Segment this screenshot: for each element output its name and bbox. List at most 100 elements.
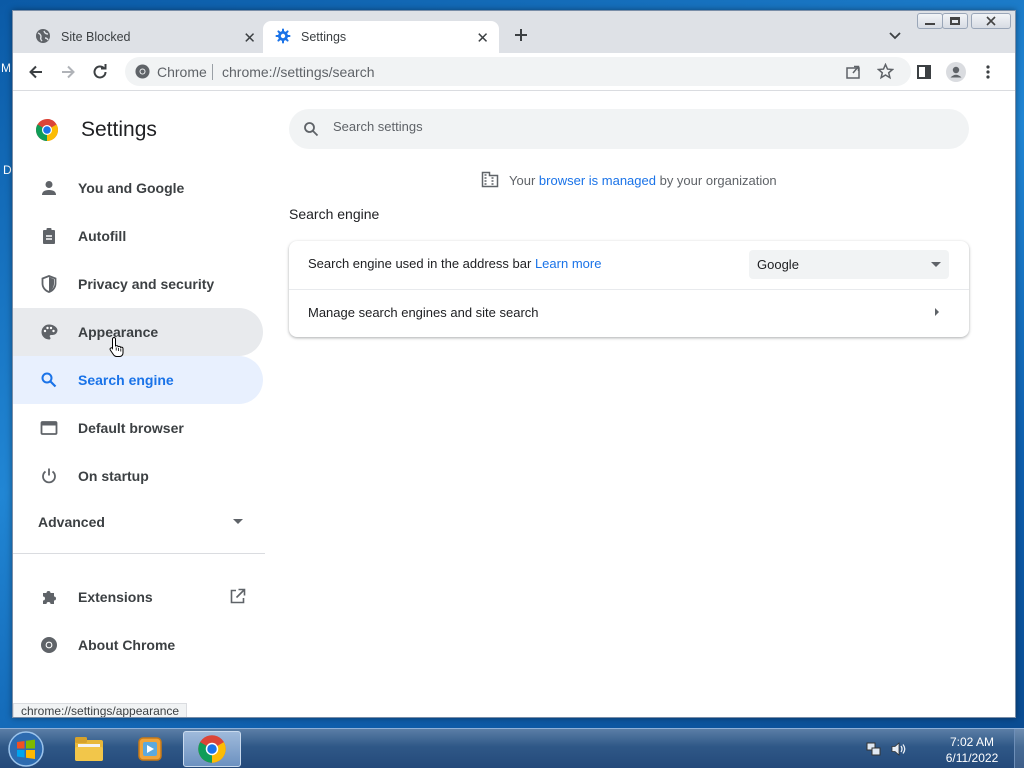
back-button[interactable] — [25, 61, 47, 83]
sidebar-item-autofill[interactable]: Autofill — [13, 212, 263, 260]
sidebar-item-label: Extensions — [78, 589, 153, 605]
sidebar-item-label: About Chrome — [78, 637, 176, 653]
close-icon[interactable]: ✕ — [476, 29, 489, 47]
clipboard-icon — [39, 226, 59, 246]
puzzle-icon — [39, 587, 59, 607]
tab-title: Site Blocked — [61, 30, 131, 44]
sidebar-item-label: Search engine — [78, 372, 174, 388]
chrome-icon — [135, 64, 150, 84]
manage-search-engines-row[interactable]: Manage search engines and site search — [308, 305, 539, 320]
tab-search-button[interactable] — [888, 28, 902, 46]
show-desktop-button[interactable] — [1014, 729, 1024, 768]
person-icon — [39, 178, 59, 198]
building-icon — [481, 170, 499, 191]
section-title: Search engine — [289, 206, 380, 222]
row-label: Search engine used in the address bar — [308, 256, 532, 271]
sidebar-divider — [13, 553, 265, 554]
palette-icon — [39, 322, 59, 342]
sidebar-item-you-and-google[interactable]: You and Google — [13, 164, 263, 212]
maximize-button[interactable] — [942, 13, 968, 29]
shield-icon — [39, 274, 59, 294]
windows-logo-icon — [8, 731, 44, 767]
window-close-button[interactable] — [971, 13, 1011, 29]
site-label: Chrome — [157, 64, 207, 80]
browser-toolbar: Chrome chrome://settings/search — [13, 53, 1015, 91]
browser-window: Site Blocked ✕ Settings ✕ Chrome chrome:… — [12, 10, 1016, 718]
tab-site-blocked[interactable]: Site Blocked ✕ — [21, 21, 266, 53]
plus-icon — [515, 29, 527, 41]
managed-notice: Your browser is managed by your organiza… — [481, 170, 777, 191]
taskbar-chrome-button[interactable] — [183, 731, 241, 767]
taskbar-media-player-button[interactable] — [121, 731, 179, 767]
taskbar-clock[interactable]: 7:02 AM 6/11/2022 — [936, 734, 1008, 766]
share-icon[interactable] — [845, 63, 862, 85]
omnibox-divider — [212, 64, 213, 80]
sidebar-item-appearance[interactable]: Appearance — [13, 308, 263, 356]
taskbar: 7:02 AM 6/11/2022 — [0, 728, 1024, 768]
hand-cursor-icon — [109, 336, 125, 363]
advanced-toggle[interactable]: Advanced — [38, 514, 105, 530]
tab-strip: Site Blocked ✕ Settings ✕ — [13, 11, 1015, 53]
profile-button[interactable] — [945, 61, 967, 83]
row-divider — [289, 289, 969, 290]
network-icon[interactable] — [866, 741, 882, 762]
learn-more-link[interactable]: Learn more — [535, 256, 601, 271]
search-icon — [303, 121, 319, 142]
sidebar-item-privacy-and-security[interactable]: Privacy and security — [13, 260, 263, 308]
clock-date: 6/11/2022 — [945, 751, 999, 765]
sidebar-item-default-browser[interactable]: Default browser — [13, 404, 263, 452]
managed-suffix: by your organization — [659, 173, 777, 188]
open-in-new-icon — [229, 588, 246, 608]
sidebar-item-extensions[interactable]: Extensions — [13, 573, 263, 621]
power-icon — [39, 466, 59, 486]
avatar-icon — [946, 62, 966, 82]
close-icon — [986, 16, 996, 26]
menu-button[interactable] — [977, 61, 999, 83]
new-tab-button[interactable] — [513, 25, 529, 47]
page-title: Settings — [81, 118, 157, 141]
select-value: Google — [757, 257, 799, 272]
forward-button[interactable] — [57, 61, 79, 83]
chrome-logo-icon — [35, 118, 59, 147]
side-panel-button[interactable] — [913, 61, 935, 83]
sidebar-item-about-chrome[interactable]: About Chrome — [13, 621, 263, 669]
folder-icon — [75, 737, 103, 761]
reload-button[interactable] — [89, 61, 111, 83]
minimize-button[interactable] — [917, 13, 943, 29]
search-input[interactable] — [333, 119, 933, 134]
side-panel-icon — [917, 65, 931, 79]
search-settings[interactable] — [289, 109, 969, 149]
globe-icon — [35, 28, 51, 47]
start-button[interactable] — [6, 731, 46, 767]
settings-page: Settings You and Google Autofill Privacy… — [13, 92, 1015, 717]
sidebar-item-label: On startup — [78, 468, 149, 484]
tab-settings[interactable]: Settings ✕ — [263, 21, 499, 53]
search-engine-row-label: Search engine used in the address bar Le… — [308, 256, 601, 271]
sidebar-item-label: Privacy and security — [78, 276, 215, 292]
url-text: chrome://settings/search — [222, 64, 375, 80]
search-icon — [39, 370, 59, 390]
gear-icon — [275, 28, 291, 47]
close-icon[interactable]: ✕ — [243, 29, 256, 47]
clock-time: 7:02 AM — [949, 735, 995, 749]
managed-link[interactable]: browser is managed — [539, 173, 656, 188]
chrome-icon — [198, 735, 226, 763]
status-bubble: chrome://settings/appearance — [13, 703, 188, 717]
taskbar-explorer-button[interactable] — [60, 731, 118, 767]
sidebar-item-label: Autofill — [78, 228, 127, 244]
arrow-right-icon[interactable] — [935, 308, 939, 316]
search-engine-select[interactable]: Google — [749, 250, 949, 279]
sidebar-item-label: You and Google — [78, 180, 185, 196]
sidebar-item-label: Default browser — [78, 420, 184, 436]
search-engine-card: Search engine used in the address bar Le… — [289, 241, 969, 337]
sidebar-item-search-engine[interactable]: Search engine — [13, 356, 263, 404]
sidebar-item-on-startup[interactable]: On startup — [13, 452, 263, 500]
reload-icon — [93, 64, 107, 79]
desktop-icon-label-fragment: M — [1, 61, 11, 75]
chevron-down-icon — [889, 32, 901, 40]
maximize-icon — [950, 17, 960, 25]
caret-down-icon — [233, 519, 243, 524]
volume-icon[interactable] — [890, 741, 908, 762]
address-bar[interactable]: Chrome chrome://settings/search — [125, 57, 911, 86]
star-icon[interactable] — [876, 62, 895, 85]
